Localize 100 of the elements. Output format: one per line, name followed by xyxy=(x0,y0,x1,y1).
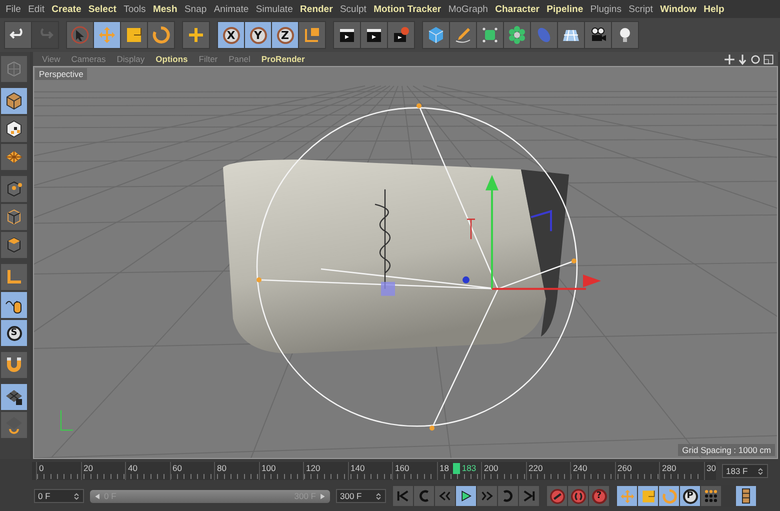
playhead[interactable] xyxy=(452,463,460,474)
keyframe-button[interactable] xyxy=(547,486,567,506)
menu-item[interactable]: Window xyxy=(656,4,700,14)
toolbar-button[interactable] xyxy=(558,22,584,48)
ruler-tick-label: 220 xyxy=(526,462,570,480)
viewport-menu-item[interactable]: Options xyxy=(150,54,193,64)
menu-item[interactable]: Simulate xyxy=(252,4,296,14)
menu-item[interactable]: File xyxy=(2,4,24,14)
step-forward-icon xyxy=(480,489,494,503)
mode-button[interactable] xyxy=(1,176,27,202)
ruler-tick-label: 40 xyxy=(125,462,170,480)
mode-button[interactable] xyxy=(1,88,27,114)
spinner-icon xyxy=(757,468,764,474)
menu-item[interactable]: Mesh xyxy=(149,4,181,14)
scale-square-icon xyxy=(125,26,143,44)
cube-icon xyxy=(5,92,23,110)
spinner-icon xyxy=(73,492,80,500)
current-frame-field[interactable]: 183 F xyxy=(722,464,768,478)
camera-label: Perspective xyxy=(35,68,88,80)
grid-spacing-label: Grid Spacing : 1000 cm xyxy=(678,444,775,456)
playback-button[interactable] xyxy=(456,486,476,506)
layout-icon xyxy=(763,54,774,64)
sphere-cluster-icon xyxy=(508,26,526,44)
record-key-icon xyxy=(550,488,564,504)
ruler-tick-label: 0 xyxy=(36,462,80,480)
four-way-arrow-icon xyxy=(620,488,634,504)
mode-button[interactable] xyxy=(1,232,27,258)
keyframe-button[interactable]: ? xyxy=(589,486,609,506)
cube-icon xyxy=(427,26,445,44)
axis-lock-button[interactable]: Y xyxy=(245,22,271,48)
rotate-view-icon xyxy=(750,54,761,64)
ruler-tick-label: 280 xyxy=(659,462,704,480)
cube-vertex-icon xyxy=(5,180,23,198)
start-frame-field[interactable]: 0 F xyxy=(34,489,84,503)
ruler-tick-label: 240 xyxy=(570,462,614,480)
axis-lock-button[interactable]: Z xyxy=(272,22,298,48)
playhead-frame-label: 183 xyxy=(462,463,476,473)
bent-capsule-icon xyxy=(535,26,553,44)
keyframe-button[interactable] xyxy=(568,486,588,506)
end-frame-field[interactable]: 300 F xyxy=(336,489,386,503)
menu-item[interactable]: Pipeline xyxy=(543,4,587,14)
viewport[interactable]: Perspective Grid Spacing : 1000 cm xyxy=(33,66,778,459)
menu-item[interactable]: Motion Tracker xyxy=(370,4,445,14)
next-key-icon xyxy=(501,489,515,503)
grid-plane-icon xyxy=(5,148,23,166)
previous-key-icon xyxy=(417,489,431,503)
dot-grid-icon xyxy=(703,488,719,504)
menu-item[interactable]: Character xyxy=(492,4,544,14)
ruler-tick-label: 20 xyxy=(80,462,125,480)
menu-item[interactable]: Animate xyxy=(210,4,252,14)
cube-face-icon xyxy=(5,236,23,254)
mode-button[interactable] xyxy=(1,116,27,142)
magnet-icon xyxy=(5,356,23,374)
menu-item[interactable]: Plugins xyxy=(586,4,626,14)
ruler-tick-label: 120 xyxy=(303,462,348,480)
checker-cube-icon xyxy=(5,120,23,138)
clapperboard-icon xyxy=(338,26,356,44)
play-icon xyxy=(459,489,473,503)
mode-button[interactable] xyxy=(1,352,27,378)
timeline-ruler[interactable]: 0 20 40 60 80 100 120 140 160 18 183 200 220 240 260 280 30 xyxy=(32,462,716,480)
menu-item[interactable]: Render xyxy=(296,4,336,14)
key-mode-button[interactable] xyxy=(701,486,721,506)
key-mode-button[interactable] xyxy=(736,486,756,506)
menu-item[interactable]: Script xyxy=(625,4,657,14)
key-mode-button[interactable]: P xyxy=(680,486,700,506)
mode-button[interactable] xyxy=(1,292,27,318)
axis-cube-icon xyxy=(303,26,321,44)
ruler-tick-label: 100 xyxy=(258,462,303,480)
mode-button[interactable] xyxy=(1,384,27,410)
skip-to-start-icon xyxy=(396,489,410,503)
ruler-tick-label: 80 xyxy=(214,462,258,480)
menu-item[interactable]: Select xyxy=(84,4,120,14)
menu-item[interactable]: Snap xyxy=(180,4,210,14)
grid-cube-icon xyxy=(5,60,23,78)
menu-item[interactable]: Create xyxy=(48,4,85,14)
left-arrow-icon xyxy=(94,492,101,500)
toolbar-button[interactable] xyxy=(585,22,611,48)
ruler-tick-label: 140 xyxy=(348,462,392,480)
menu-item[interactable]: MoGraph xyxy=(444,4,492,14)
step-back-icon xyxy=(438,489,452,503)
menu-item[interactable]: Tools xyxy=(120,4,150,14)
clapperboard-gear-icon xyxy=(392,26,410,44)
move-view-icon xyxy=(724,54,735,64)
ruler-tick-label: 160 xyxy=(392,462,436,480)
mode-button[interactable] xyxy=(1,204,27,230)
four-way-arrow-icon xyxy=(98,26,116,44)
subdivision-cube-icon xyxy=(481,26,499,44)
right-arrow-icon xyxy=(319,492,326,500)
axis-corner-icon xyxy=(5,268,23,286)
plus-cross-icon xyxy=(187,26,205,44)
axis-lock-button[interactable]: X xyxy=(218,22,244,48)
toolbar-button[interactable] xyxy=(361,22,387,48)
menu-item[interactable]: Help xyxy=(700,4,728,14)
toolbar-button[interactable] xyxy=(334,22,360,48)
down-arrow-icon xyxy=(737,54,748,64)
menu-item[interactable]: Sculpt xyxy=(336,4,370,14)
viewport-menu-item[interactable]: ProRender xyxy=(256,54,310,64)
menu-item[interactable]: Edit xyxy=(24,4,48,14)
snap-button[interactable]: S xyxy=(1,320,27,346)
ruler-tick-label: 30 xyxy=(704,462,716,480)
